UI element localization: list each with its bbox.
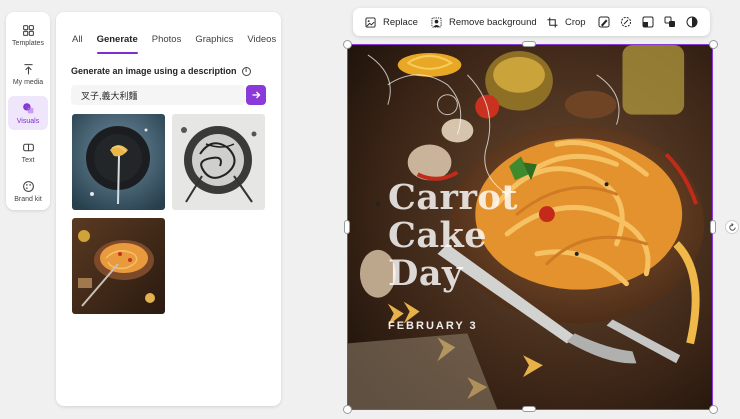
rail-label-visuals: Visuals <box>16 117 40 125</box>
rail-label-my-media: My media <box>12 78 44 86</box>
rotate-icon <box>728 222 736 231</box>
image-replace-icon <box>365 16 376 28</box>
brand-kit-icon <box>22 180 34 192</box>
templates-icon <box>22 24 34 36</box>
crop-icon <box>547 16 558 28</box>
remove-background-icon <box>431 16 442 28</box>
rail-item-visuals[interactable]: Visuals <box>8 96 48 130</box>
spaghetti-table-warm-image <box>72 218 165 314</box>
resize-handle-bottom-left[interactable] <box>343 405 352 414</box>
prompt-input[interactable] <box>71 85 245 105</box>
result-image-1[interactable] <box>72 114 165 210</box>
generate-heading: Generate an image using a description i <box>71 66 251 76</box>
replace-button[interactable]: Replace <box>365 8 418 36</box>
result-image-2[interactable] <box>172 114 265 210</box>
canvas-title-text[interactable]: Carrot Cake Day <box>388 179 568 293</box>
adjust-icon[interactable] <box>642 16 654 28</box>
rail-item-brand-kit[interactable]: Brand kit <box>8 174 48 208</box>
spaghetti-sketch-bw-image <box>172 114 265 210</box>
generate-submit-button[interactable] <box>246 85 266 105</box>
rail-item-text[interactable]: Text <box>8 135 48 169</box>
arrow-right-icon <box>252 91 261 99</box>
resize-handle-right[interactable] <box>710 220 716 234</box>
rail-label-text: Text <box>21 156 35 164</box>
tab-all[interactable]: All <box>72 34 83 52</box>
visuals-icon <box>22 102 33 113</box>
remove-background-button[interactable]: Remove background <box>431 8 537 36</box>
rotate-handle[interactable] <box>725 220 739 234</box>
rail-item-templates[interactable]: Templates <box>8 18 48 52</box>
effects-icon[interactable] <box>620 16 632 28</box>
tab-graphics[interactable]: Graphics <box>195 34 233 52</box>
text-icon <box>22 143 34 151</box>
contrast-icon[interactable] <box>686 16 698 28</box>
left-rail: Templates My media Visuals Text Brand ki… <box>6 12 50 210</box>
rail-label-templates: Templates <box>12 39 44 47</box>
resize-handle-top-left[interactable] <box>343 40 352 49</box>
result-image-3[interactable] <box>72 218 165 314</box>
rail-label-brand-kit: Brand kit <box>14 195 42 203</box>
resize-handle-bottom-right[interactable] <box>709 405 718 414</box>
image-toolbar: Replace Remove background Crop <box>353 8 710 36</box>
resize-handle-top[interactable] <box>522 41 536 47</box>
resize-handle-left[interactable] <box>344 220 350 234</box>
arrange-icon[interactable] <box>664 16 676 28</box>
spaghetti-plate-dark-image <box>72 114 165 210</box>
crop-label: Crop <box>565 16 586 28</box>
panel-tabs: All Generate Photos Graphics Videos <box>72 34 290 54</box>
tab-photos[interactable]: Photos <box>152 34 182 52</box>
generate-heading-text: Generate an image using a description <box>71 66 237 76</box>
crop-button[interactable]: Crop <box>547 8 586 36</box>
tab-generate[interactable]: Generate <box>96 34 138 54</box>
replace-label: Replace <box>383 16 418 28</box>
design-canvas-image[interactable]: Carrot Cake Day FEBRUARY 3 <box>347 44 713 410</box>
remove-background-label: Remove background <box>449 16 537 28</box>
info-icon[interactable]: i <box>241 66 251 76</box>
tab-videos[interactable]: Videos <box>247 34 276 52</box>
filters-icon[interactable] <box>598 16 610 28</box>
rail-item-my-media[interactable]: My media <box>8 57 48 91</box>
resize-handle-top-right[interactable] <box>709 40 718 49</box>
upload-icon <box>23 63 33 74</box>
resize-handle-bottom[interactable] <box>522 406 536 412</box>
visuals-panel: All Generate Photos Graphics Videos Gene… <box>56 12 281 406</box>
canvas-date-text[interactable]: FEBRUARY 3 <box>388 320 478 332</box>
